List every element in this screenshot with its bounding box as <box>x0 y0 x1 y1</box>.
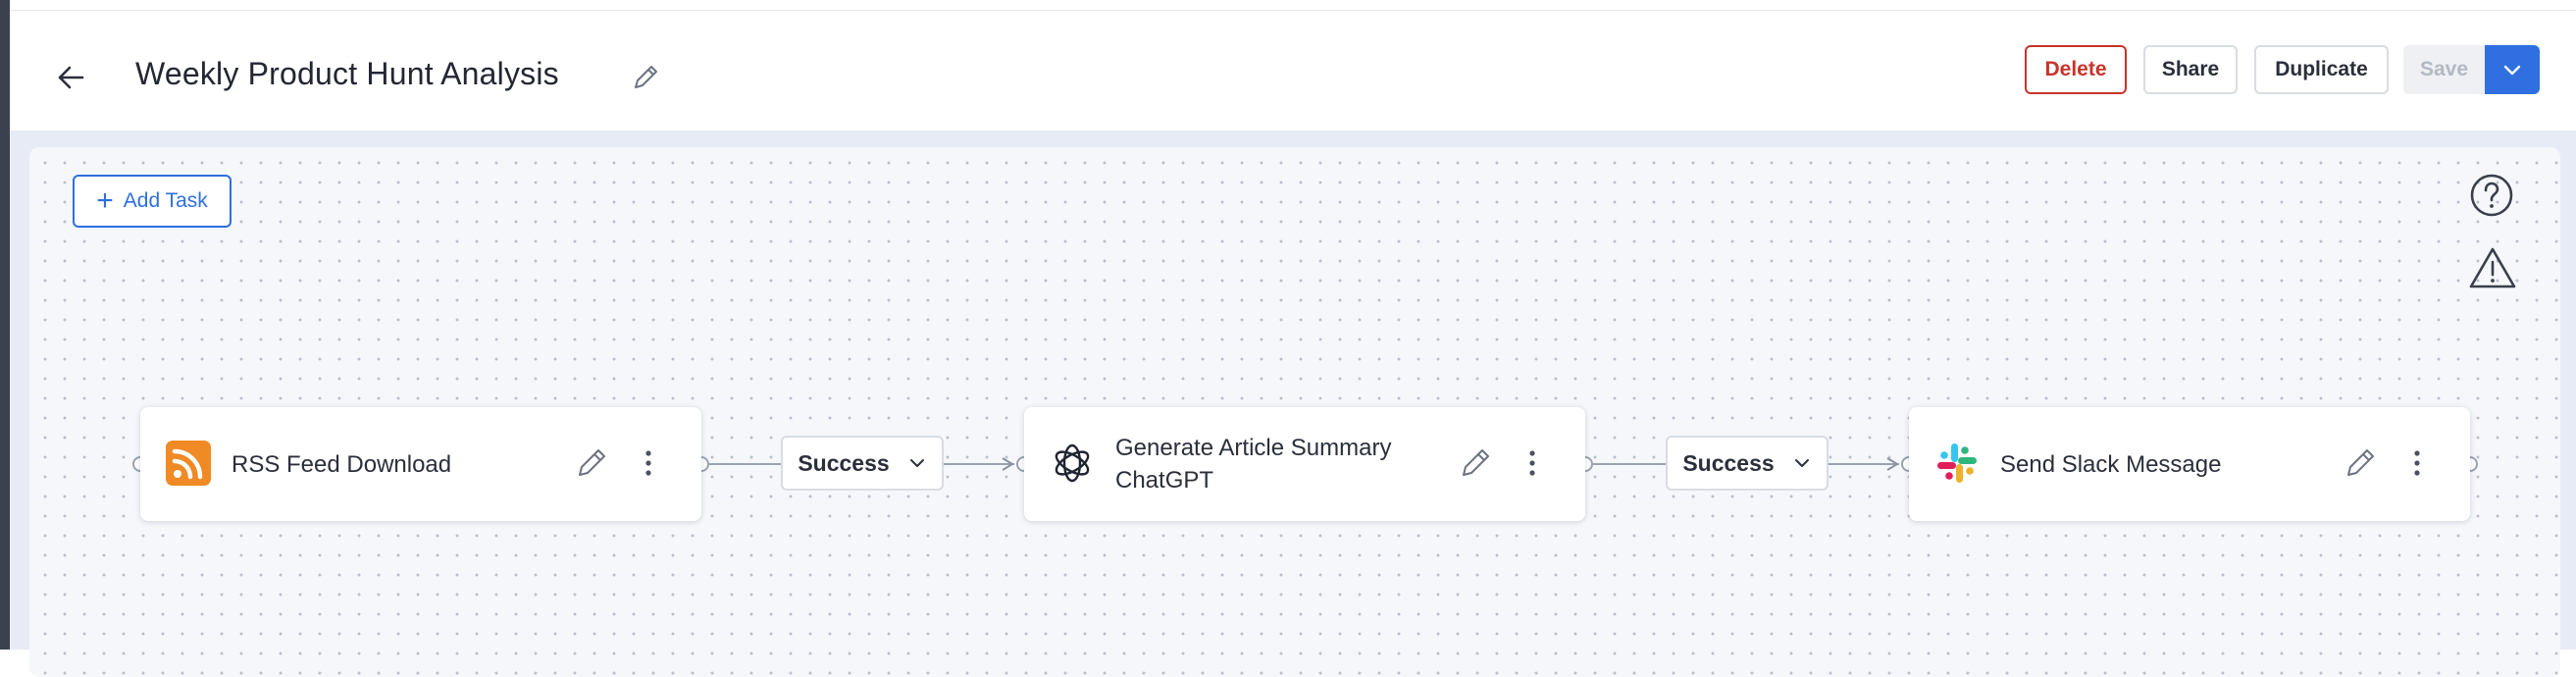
edge-condition-label: Success <box>798 449 890 476</box>
task-more-menu[interactable] <box>631 440 666 487</box>
pencil-icon <box>635 66 657 88</box>
edge-condition-label: Success <box>1682 449 1775 476</box>
page-header: Weekly Product Hunt Analysis Delete Shar… <box>10 11 2576 130</box>
task-node-label-line1: Generate Article Summary <box>1115 435 1392 461</box>
share-button[interactable]: Share <box>2143 45 2238 94</box>
task-node-label: Send Slack Message <box>2000 450 2222 478</box>
arrow-left-icon <box>58 66 84 89</box>
warning-icon[interactable] <box>2468 245 2517 290</box>
add-task-label: Add Task <box>123 189 208 212</box>
arrow-head-icon <box>1886 457 1898 471</box>
chevron-down-icon <box>909 459 924 467</box>
more-vertical-icon <box>645 450 651 476</box>
task-node-label-line2: ChatGPT <box>1115 467 1214 494</box>
help-icon[interactable] <box>2468 172 2515 219</box>
save-button[interactable]: Save <box>2403 45 2485 94</box>
openai-icon <box>1055 443 1090 483</box>
pencil-icon <box>2347 449 2374 476</box>
pencil-icon <box>1463 449 1489 476</box>
edit-task-button[interactable] <box>1452 440 1499 487</box>
page-title: Weekly Product Hunt Analysis <box>135 56 559 91</box>
chevron-down-icon <box>2503 65 2521 76</box>
chevron-down-icon <box>1794 459 1809 467</box>
pencil-icon <box>579 449 605 476</box>
edge-connector <box>709 463 783 465</box>
window-left-edge <box>0 0 10 650</box>
edge-condition-select[interactable]: Success <box>781 436 944 491</box>
edge-condition-select[interactable]: Success <box>1666 436 1829 491</box>
save-options-dropdown[interactable] <box>2485 45 2540 94</box>
duplicate-button[interactable]: Duplicate <box>2254 45 2389 94</box>
edge-connector <box>1593 463 1668 465</box>
plus-icon: + <box>96 184 114 217</box>
task-node-chatgpt[interactable]: Generate Article Summary ChatGPT <box>1024 407 1585 521</box>
delete-button[interactable]: Delete <box>2025 45 2127 94</box>
edit-task-button[interactable] <box>2337 440 2384 487</box>
arrow-head-icon <box>1002 457 1013 471</box>
task-node-label: Generate Article Summary ChatGPT <box>1115 407 1449 521</box>
task-node-slack[interactable]: Send Slack Message <box>1909 407 2470 521</box>
add-task-button[interactable]: + Add Task <box>73 175 232 228</box>
rss-icon <box>166 441 211 486</box>
task-more-menu[interactable] <box>1515 440 1550 487</box>
task-node-rss[interactable]: RSS Feed Download <box>140 407 701 521</box>
edit-title-button[interactable] <box>622 54 669 101</box>
more-vertical-icon <box>1529 450 1535 476</box>
back-button[interactable] <box>43 50 98 105</box>
task-node-label: RSS Feed Download <box>232 450 452 478</box>
edit-task-button[interactable] <box>568 440 615 487</box>
task-more-menu[interactable] <box>2399 440 2435 487</box>
more-vertical-icon <box>2414 450 2420 476</box>
slack-icon <box>1937 443 1977 483</box>
top-bar-edge <box>10 0 2576 11</box>
